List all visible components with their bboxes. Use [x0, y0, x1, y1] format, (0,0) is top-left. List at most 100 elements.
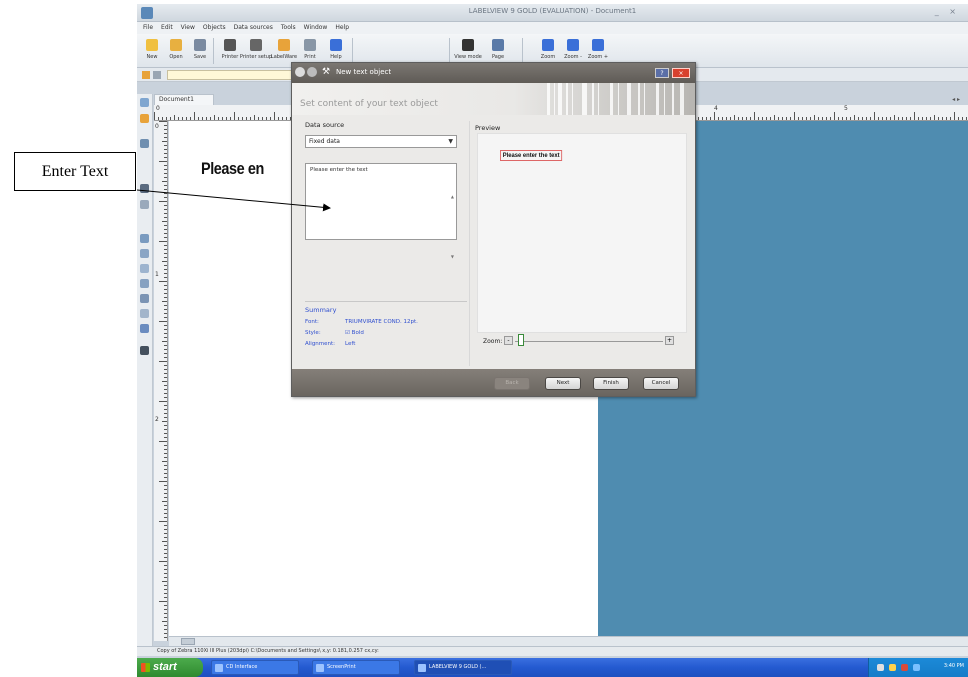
ruler-tick [159, 441, 167, 442]
barcode-tool-icon[interactable] [140, 184, 149, 193]
start-button[interactable]: start [137, 658, 203, 677]
rounded-rect-tool-icon[interactable] [140, 279, 149, 288]
ruler-tick [164, 157, 167, 158]
next-button[interactable]: Next [545, 377, 581, 390]
diagonal-line-tool-icon[interactable] [140, 294, 149, 303]
menu-data-sources[interactable]: Data sources [234, 22, 273, 34]
toolbar-label: Page [491, 54, 505, 60]
task-cd-interface[interactable]: CD Interface [211, 660, 299, 675]
toolbar-label: Zoom + [587, 54, 609, 60]
ruler-tick [164, 417, 167, 418]
menu-view[interactable]: View [181, 22, 195, 34]
zoom-button[interactable]: Zoom [537, 37, 559, 65]
ruler-tick [164, 549, 167, 550]
print-button[interactable]: Print [299, 37, 321, 65]
security-icon[interactable] [901, 664, 908, 671]
ruler-tick [164, 305, 167, 306]
banner-barcode-bar [572, 83, 573, 115]
page-button[interactable]: Page [487, 37, 509, 65]
menu-file[interactable]: File [143, 22, 153, 34]
menu-window[interactable]: Window [304, 22, 328, 34]
zoom-slider-track[interactable] [515, 341, 663, 342]
ruler-tick [164, 589, 167, 590]
printer-setup-button[interactable]: Printer setup [240, 37, 272, 65]
finish-button[interactable]: Finish [593, 377, 629, 390]
task-labelview[interactable]: LABELVIEW 9 GOLD (... [414, 660, 512, 675]
toolbar-label: LabelWare [270, 54, 298, 60]
ruler-tick [234, 112, 235, 120]
zoom-icon [542, 39, 554, 51]
menu-help[interactable]: Help [335, 22, 349, 34]
object-tool-icon[interactable] [142, 71, 150, 79]
ruler-tick [786, 117, 787, 120]
task-screenprint[interactable]: ScreenPrint [312, 660, 400, 675]
image-tool-icon[interactable] [140, 200, 149, 209]
update-icon[interactable] [913, 664, 920, 671]
document-tab[interactable]: Document1 [154, 94, 214, 105]
help-button[interactable]: ? [655, 68, 669, 78]
ruler-tick [822, 117, 823, 120]
back-arrow-icon[interactable] [295, 67, 305, 77]
ruler-tick [164, 233, 167, 234]
zoom-out-button[interactable]: - [504, 336, 513, 345]
textarea-scrollbar[interactable]: ▲ ▼ [451, 167, 454, 287]
banner-barcode-bar [554, 83, 555, 115]
select-tool-icon[interactable] [140, 98, 149, 107]
banner-barcode-bar [618, 83, 619, 115]
ruler-tick [164, 565, 167, 566]
back-button[interactable]: Back [494, 377, 530, 390]
close-button[interactable]: × [672, 68, 690, 78]
line-tool-icon[interactable] [140, 234, 149, 243]
ruler-tick [164, 397, 167, 398]
grid-icon[interactable] [153, 71, 161, 79]
ruler-tick [814, 115, 815, 120]
zoom-button[interactable]: Zoom + [587, 37, 609, 65]
volume-icon[interactable] [889, 664, 896, 671]
save-icon [194, 39, 206, 51]
ruler-tick [164, 145, 167, 146]
chevron-down-icon[interactable]: ▼ [448, 136, 453, 147]
save-button[interactable]: Save [189, 37, 211, 65]
tab-scroll-arrows[interactable]: ◂ ▸ [952, 96, 960, 103]
forward-arrow-icon[interactable] [307, 67, 317, 77]
network-icon[interactable] [877, 664, 884, 671]
new-button[interactable]: New [141, 37, 163, 65]
ruler-tick [890, 117, 891, 120]
ruler-tick [164, 409, 167, 410]
window-controls[interactable]: _ × [935, 7, 960, 16]
menu-tools[interactable]: Tools [281, 22, 296, 34]
scrollbar-thumb[interactable] [181, 638, 195, 645]
help-button[interactable]: Help [325, 37, 347, 65]
toolbar-label: Print [304, 54, 316, 60]
open-button[interactable]: Open [165, 37, 187, 65]
rfid-tool-icon[interactable] [140, 324, 149, 333]
text-tool-icon[interactable] [140, 114, 149, 123]
task-app-icon [418, 664, 426, 672]
text-content-input[interactable]: Please enter the text ▲ ▼ [305, 163, 457, 259]
clock: 3:40 PM [943, 663, 964, 669]
ruler-tick [164, 153, 167, 154]
ellipse-tool-icon[interactable] [140, 264, 149, 273]
rectangle-tool-icon[interactable] [140, 249, 149, 258]
database-tool-icon[interactable] [140, 346, 149, 355]
view-mode-button[interactable]: View mode [454, 37, 482, 65]
data-source-select[interactable]: Fixed data ▼ [305, 135, 457, 148]
zoom-slider-thumb[interactable] [517, 334, 524, 346]
ruler-tick [164, 353, 167, 354]
paragraph-tool-icon[interactable] [140, 139, 149, 148]
horizontal-scrollbar[interactable] [169, 636, 968, 646]
cancel-button[interactable]: Cancel [643, 377, 679, 390]
zoom-button[interactable]: Zoom - [562, 37, 584, 65]
font-field[interactable] [167, 70, 307, 80]
label-text-object[interactable]: Please en [201, 159, 264, 179]
printer-button[interactable]: Printer [219, 37, 241, 65]
frame-tool-icon[interactable] [140, 309, 149, 318]
windows-logo-icon [141, 663, 150, 672]
menu-edit[interactable]: Edit [161, 22, 173, 34]
labelware-button[interactable]: LabelWare [270, 37, 298, 65]
zoom-in-button[interactable]: + [665, 336, 674, 345]
ruler-tick [754, 112, 755, 120]
ruler-tick [798, 117, 799, 120]
ruler-tick [164, 405, 167, 406]
menu-objects[interactable]: Objects [203, 22, 226, 34]
